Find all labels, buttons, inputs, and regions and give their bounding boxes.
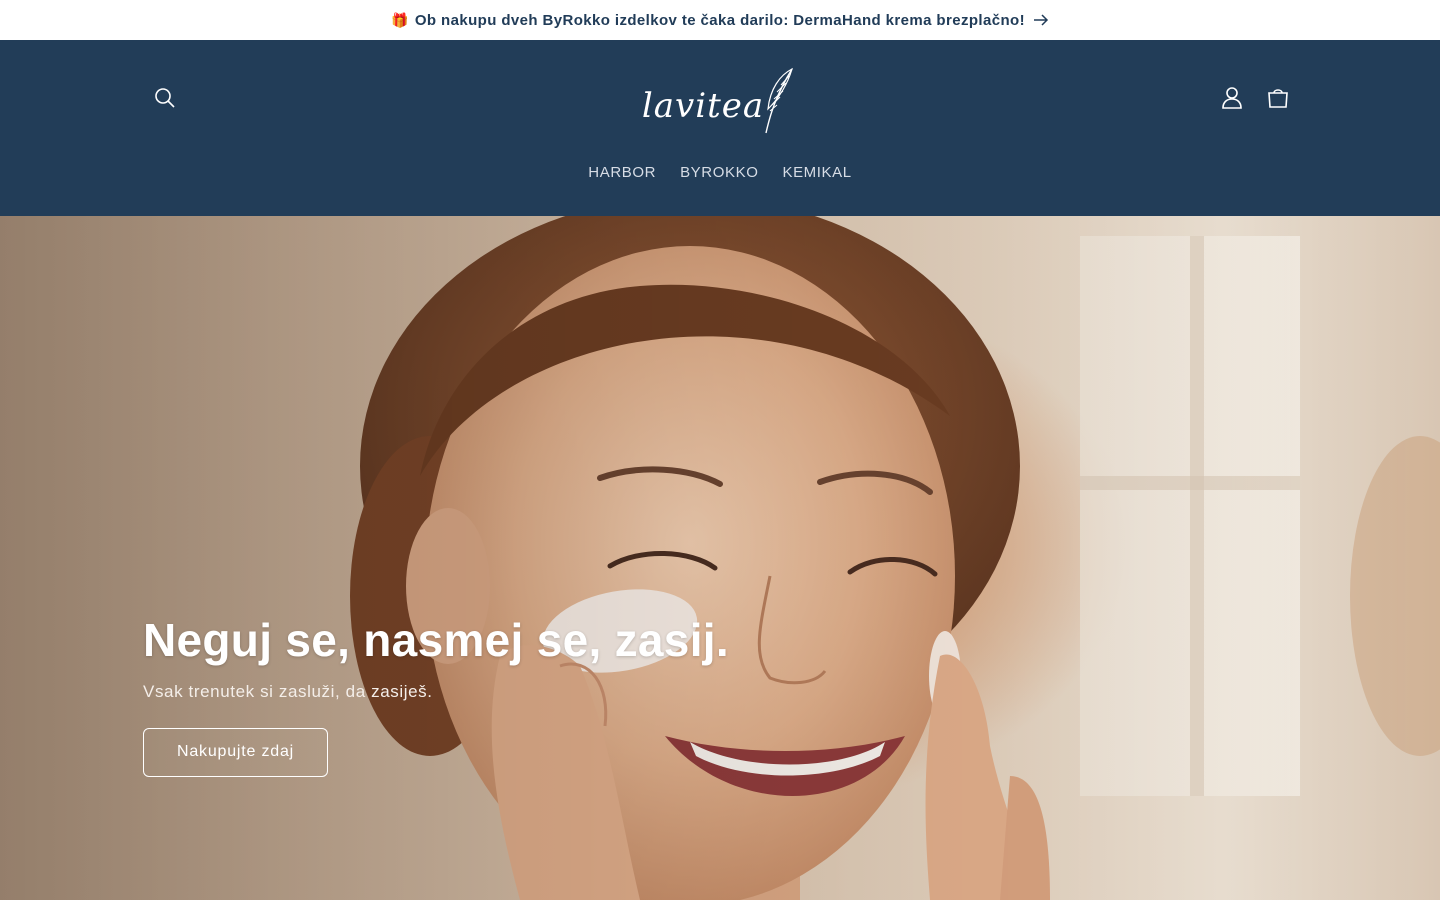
logo-text: lavitea bbox=[641, 86, 765, 126]
hero-banner: Neguj se, nasmej se, zasij. Vsak trenute… bbox=[0, 216, 1440, 900]
site-header: lavitea HARBOR BYROKKO KEMIKAL bbox=[0, 40, 1440, 216]
hero-overlay bbox=[0, 216, 1440, 900]
search-icon bbox=[154, 87, 176, 114]
logo[interactable]: lavitea bbox=[640, 60, 800, 140]
announcement-text: Ob nakupu dveh ByRokko izdelkov te čaka … bbox=[414, 11, 1025, 29]
cart-icon bbox=[1267, 87, 1289, 114]
nav-item-kemikal[interactable]: KEMIKAL bbox=[770, 158, 863, 188]
shop-now-button[interactable]: Nakupujte zdaj bbox=[143, 728, 328, 777]
search-button[interactable] bbox=[143, 78, 187, 122]
main-nav: HARBOR BYROKKO KEMIKAL bbox=[0, 158, 1440, 188]
cart-button[interactable] bbox=[1256, 78, 1300, 122]
account-button[interactable] bbox=[1210, 78, 1254, 122]
hero-subtitle: Vsak trenutek si zasluži, da zasiješ. bbox=[143, 682, 433, 701]
announcement-bar[interactable]: 🎁 Ob nakupu dveh ByRokko izdelkov te čak… bbox=[0, 0, 1440, 40]
gift-icon: 🎁 bbox=[390, 11, 409, 28]
nav-item-harbor[interactable]: HARBOR bbox=[576, 158, 668, 188]
hero-content: Neguj se, nasmej se, zasij. Vsak trenute… bbox=[143, 612, 843, 777]
arrow-right-icon bbox=[1033, 14, 1049, 26]
nav-item-byrokko[interactable]: BYROKKO bbox=[668, 158, 770, 188]
hero-title: Neguj se, nasmej se, zasij. bbox=[143, 614, 729, 666]
feather-icon bbox=[765, 67, 794, 134]
user-icon bbox=[1221, 86, 1243, 115]
